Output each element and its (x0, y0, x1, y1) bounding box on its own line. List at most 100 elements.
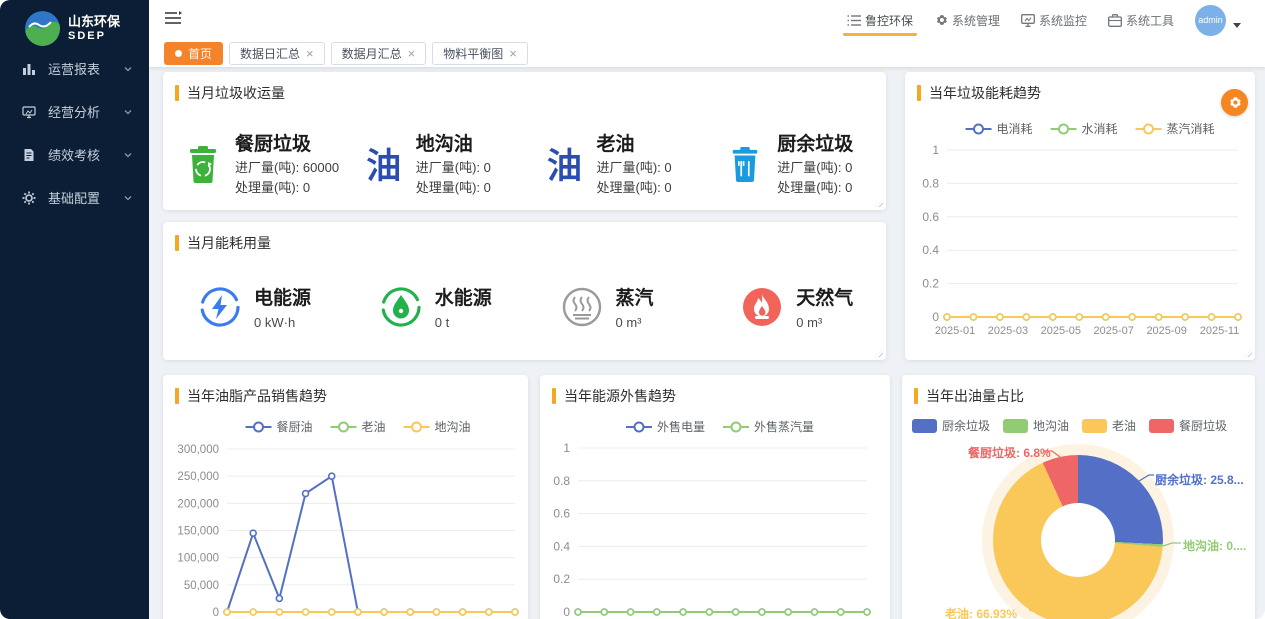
energy-item-name: 水能源 (435, 283, 492, 310)
svg-text:水消耗: 水消耗 (1082, 122, 1118, 136)
svg-text:1: 1 (932, 143, 939, 157)
svg-text:老油: 老油 (362, 420, 386, 434)
sidebar-item-label: 基础配置 (48, 188, 123, 207)
close-icon[interactable]: × (408, 47, 416, 60)
sidebar: 山东环保 SDEP 运营报表 经营分析 (0, 0, 149, 619)
sidebar-item-label: 经营分析 (48, 102, 123, 121)
close-icon[interactable]: × (509, 47, 517, 60)
card-title: 当月垃圾收运量 (187, 83, 285, 103)
avatar: admin (1195, 5, 1226, 36)
sidebar-collapse-icon[interactable] (164, 10, 182, 31)
top-header: 鲁控环保 系统管理 系统监控 系统工具 admin (149, 0, 1265, 40)
svg-text:0: 0 (213, 607, 219, 619)
header-nav-lukong[interactable]: 鲁控环保 (847, 0, 913, 40)
waste-out-line: 处理量(吨): 0 (597, 178, 672, 198)
pie-legend-item[interactable]: 地沟油 (1003, 417, 1069, 434)
svg-text:2025-03: 2025-03 (988, 325, 1028, 337)
svg-text:0.8: 0.8 (922, 176, 939, 190)
sidebar-item-label: 绩效考核 (48, 145, 123, 164)
header-nav: 鲁控环保 系统管理 系统监控 系统工具 admin (847, 0, 1241, 40)
water-drop-icon (380, 286, 422, 328)
list-icon (847, 14, 861, 27)
svg-text:外售蒸汽量: 外售蒸汽量 (754, 419, 814, 434)
tab-home[interactable]: 首页 (164, 42, 223, 65)
waste-item-name: 地沟油 (416, 129, 491, 156)
tab-label: 数据月汇总 (342, 45, 402, 62)
header-nav-label: 系统工具 (1126, 12, 1174, 29)
gear-icon (934, 13, 948, 27)
tab-material-balance[interactable]: 物料平衡图 × (432, 42, 528, 65)
header-nav-system-tools[interactable]: 系统工具 (1108, 0, 1174, 40)
waste-item-kitchen: 厨余垃圾 进厂量(吨): 0 处理量(吨): 0 (705, 129, 886, 198)
flame-icon (741, 286, 783, 328)
oil-character-icon: 油 (360, 138, 408, 189)
sidebar-menu: 运营报表 经营分析 绩效考核 基础配置 (0, 47, 149, 219)
title-accent-bar (914, 388, 918, 404)
oil-sales-line-chart: 餐厨油老油地沟油050,000100,000150,000200,000250,… (163, 375, 528, 619)
svg-text:0: 0 (932, 310, 939, 324)
logo-title: 山东环保 (68, 15, 120, 30)
header-nav-label: 系统监控 (1039, 12, 1087, 29)
energy-item-name: 蒸汽 (616, 283, 654, 310)
tab-daily-summary[interactable]: 数据日汇总 × (229, 42, 325, 65)
waste-item-old-oil: 油 老油 进厂量(吨): 0 处理量(吨): 0 (525, 129, 706, 198)
svg-text:2025-05: 2025-05 (1041, 325, 1081, 337)
energy-sales-line-chart: 外售电量外售蒸汽量00.20.40.60.81 (540, 375, 890, 619)
sidebar-item-operations-report[interactable]: 运营报表 (0, 47, 149, 90)
gear-icon (21, 190, 37, 206)
svg-text:2025-01: 2025-01 (935, 325, 975, 337)
trash-cutlery-icon (721, 144, 769, 184)
waste-item-body: 地沟油 进厂量(吨): 0 处理量(吨): 0 (416, 129, 491, 198)
svg-text:0.6: 0.6 (553, 507, 570, 521)
toolbox-icon (1108, 14, 1122, 27)
pie-legend-item[interactable]: 老油 (1082, 417, 1136, 434)
chevron-down-icon (123, 64, 133, 74)
tab-label: 物料平衡图 (443, 45, 503, 62)
header-nav-label: 鲁控环保 (865, 12, 913, 29)
tab-monthly-summary[interactable]: 数据月汇总 × (331, 42, 427, 65)
waste-out-line: 处理量(吨): 0 (777, 178, 853, 198)
waste-in-line: 进厂量(吨): 60000 (235, 158, 339, 178)
chevron-down-icon (123, 150, 133, 160)
tab-label: 首页 (188, 45, 212, 62)
svg-text:50,000: 50,000 (184, 580, 219, 592)
card-energy-trend-chart: 当年垃圾能耗趋势 电消耗水消耗蒸汽消耗00.20.40.60.812025-01… (905, 72, 1255, 360)
svg-text:150,000: 150,000 (177, 526, 219, 538)
pie-legend-item[interactable]: 厨余垃圾 (912, 417, 990, 434)
sidebar-item-business-analysis[interactable]: 经营分析 (0, 90, 149, 133)
svg-text:250,000: 250,000 (177, 471, 219, 483)
chevron-down-icon (123, 107, 133, 117)
active-dot-icon (175, 50, 182, 57)
waste-item-body: 餐厨垃圾 进厂量(吨): 60000 处理量(吨): 0 (235, 129, 339, 198)
svg-text:0.2: 0.2 (922, 277, 939, 291)
waste-item-canteen: 餐厨垃圾 进厂量(吨): 60000 处理量(吨): 0 (163, 129, 344, 198)
electricity-icon (199, 286, 241, 328)
svg-text:2025-07: 2025-07 (1094, 325, 1134, 337)
oil-character-icon: 油 (541, 138, 589, 189)
settings-fab-button[interactable] (1221, 89, 1248, 116)
tab-bar: 首页 数据日汇总 × 数据月汇总 × 物料平衡图 × (149, 40, 1265, 67)
waste-item-gutter-oil: 油 地沟油 进厂量(吨): 0 处理量(吨): 0 (344, 129, 525, 198)
header-nav-system-management[interactable]: 系统管理 (934, 0, 1000, 40)
user-menu[interactable]: admin (1195, 5, 1241, 36)
energy-item-body: 天然气 0 m³ (796, 283, 853, 330)
energy-item-value: 0 m³ (796, 315, 853, 330)
tab-label: 数据日汇总 (240, 45, 300, 62)
sidebar-item-performance-review[interactable]: 绩效考核 (0, 133, 149, 176)
sidebar-item-basic-config[interactable]: 基础配置 (0, 176, 149, 219)
card-title-row: 当年出油量占比 (902, 375, 1255, 406)
energy-item-value: 0 kW·h (254, 315, 311, 330)
svg-text:餐厨油: 餐厨油 (277, 419, 313, 434)
waste-item-body: 老油 进厂量(吨): 0 处理量(吨): 0 (597, 129, 672, 198)
header-nav-system-monitor[interactable]: 系统监控 (1021, 0, 1087, 40)
waste-in-line: 进厂量(吨): 0 (777, 158, 853, 178)
svg-text:0: 0 (563, 605, 570, 619)
card-title: 当月能耗用量 (187, 233, 271, 253)
energy-item-body: 电能源 0 kW·h (254, 283, 311, 330)
document-icon (21, 147, 37, 163)
card-energy-sales-chart: 当年能源外售趋势 外售电量外售蒸汽量00.20.40.60.81 (540, 375, 890, 619)
svg-text:外售电量: 外售电量 (657, 419, 705, 434)
close-icon[interactable]: × (306, 47, 314, 60)
pie-slice-label: 厨余垃圾: 25.8... (1155, 471, 1244, 488)
pie-legend-item[interactable]: 餐厨垃圾 (1149, 417, 1227, 434)
